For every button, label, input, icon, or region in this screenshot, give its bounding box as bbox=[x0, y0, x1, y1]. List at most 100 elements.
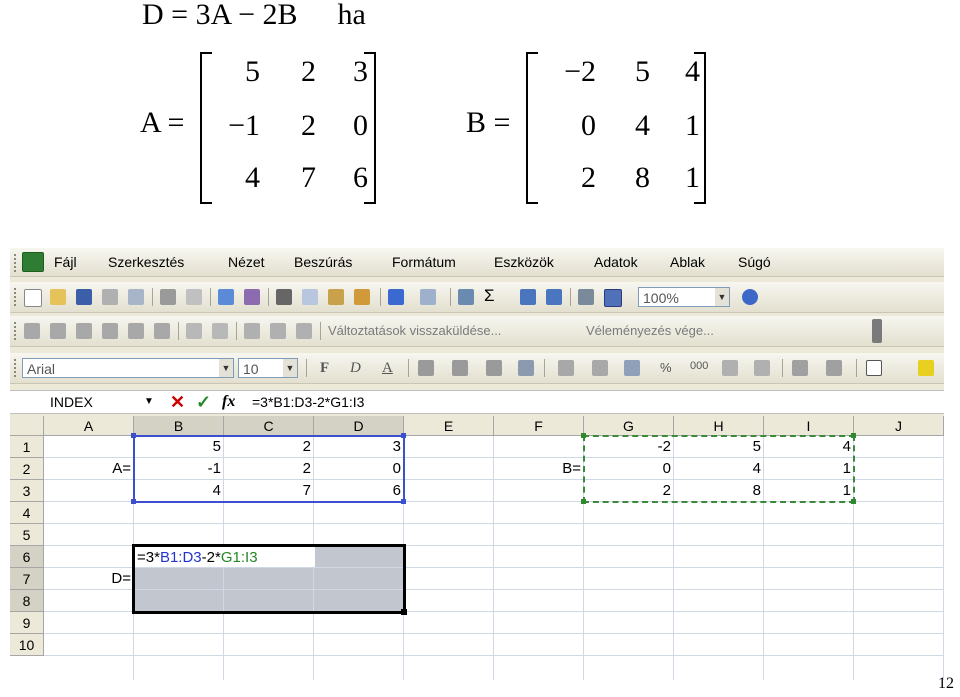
align-left-icon[interactable] bbox=[418, 360, 434, 376]
sort-ascending-icon[interactable] bbox=[520, 289, 536, 305]
copy-icon[interactable] bbox=[302, 289, 318, 305]
merge-center-icon[interactable] bbox=[518, 360, 534, 376]
cancel-icon[interactable]: ✕ bbox=[170, 392, 185, 412]
underline-button[interactable]: A bbox=[382, 360, 393, 377]
review-icon[interactable] bbox=[244, 323, 260, 339]
spelling-icon[interactable] bbox=[218, 289, 234, 305]
row-header-2[interactable]: 2 bbox=[10, 458, 44, 480]
review-icon[interactable] bbox=[154, 323, 170, 339]
menu-item-1[interactable]: Szerkesztés bbox=[108, 254, 184, 270]
zoom-select[interactable]: 100% ▼ bbox=[638, 287, 730, 307]
decrease-decimal-icon[interactable] bbox=[754, 360, 770, 376]
column-header-b[interactable]: B bbox=[134, 416, 224, 436]
toolbar-grip[interactable] bbox=[14, 322, 19, 340]
menu-item-4[interactable]: Formátum bbox=[392, 254, 456, 270]
toolbar-grip[interactable] bbox=[14, 254, 19, 272]
range-handle[interactable] bbox=[131, 433, 136, 438]
column-header-c[interactable]: C bbox=[224, 416, 314, 436]
italic-button[interactable]: D bbox=[350, 360, 361, 377]
chevron-down-icon[interactable]: ▼ bbox=[715, 288, 729, 306]
permission-icon[interactable] bbox=[102, 289, 118, 305]
insert-function-icon[interactable]: fx bbox=[222, 392, 235, 412]
worksheet-grid[interactable]: A B C D E F G H I J 1 2 3 4 5 6 7 8 9 10 5 2 3 A= -1 2 0 4 7 6 -2 5 4 B= 0… bbox=[10, 416, 944, 680]
undo-icon[interactable] bbox=[388, 289, 404, 305]
review-icon[interactable] bbox=[50, 323, 66, 339]
range-handle[interactable] bbox=[851, 499, 856, 504]
fill-handle[interactable] bbox=[401, 609, 407, 615]
chevron-down-icon[interactable]: ▼ bbox=[219, 359, 233, 377]
menu-item-2[interactable]: Nézet bbox=[228, 254, 265, 270]
grid-icon[interactable] bbox=[592, 360, 608, 376]
review-icon[interactable] bbox=[24, 323, 40, 339]
row-header-1[interactable]: 1 bbox=[10, 436, 44, 458]
open-icon[interactable] bbox=[50, 289, 66, 305]
cell-f2[interactable]: B= bbox=[494, 458, 584, 480]
cell-b6-editor[interactable]: =3*B1:D3-2*G1:I3 bbox=[135, 547, 315, 567]
review-icon[interactable] bbox=[212, 323, 228, 339]
print-preview-icon[interactable] bbox=[186, 289, 202, 305]
print-icon[interactable] bbox=[160, 289, 176, 305]
email-icon[interactable] bbox=[128, 289, 144, 305]
toolbar-options-icon[interactable] bbox=[872, 319, 882, 343]
column-header-j[interactable]: J bbox=[854, 416, 944, 436]
toolbar-grip[interactable] bbox=[14, 359, 19, 377]
range-handle[interactable] bbox=[851, 433, 856, 438]
column-header-a[interactable]: A bbox=[44, 416, 134, 436]
decrease-indent-icon[interactable] bbox=[792, 360, 808, 376]
thousands-button[interactable]: 000 bbox=[690, 360, 708, 372]
range-handle[interactable] bbox=[401, 499, 406, 504]
help-icon[interactable] bbox=[742, 289, 758, 305]
review-icon[interactable] bbox=[270, 323, 286, 339]
increase-indent-icon[interactable] bbox=[826, 360, 842, 376]
formula-input[interactable]: =3*B1:D3-2*G1:I3 bbox=[252, 391, 364, 413]
range-handle[interactable] bbox=[581, 499, 586, 504]
increase-decimal-icon[interactable] bbox=[722, 360, 738, 376]
currency-icon[interactable] bbox=[624, 360, 640, 376]
chevron-down-icon[interactable]: ▼ bbox=[283, 359, 297, 377]
cut-icon[interactable] bbox=[276, 289, 292, 305]
menu-item-8[interactable]: Súgó bbox=[738, 254, 771, 270]
column-header-i[interactable]: I bbox=[764, 416, 854, 436]
drawing-icon[interactable] bbox=[604, 289, 622, 307]
review-icon[interactable] bbox=[186, 323, 202, 339]
column-header-g[interactable]: G bbox=[584, 416, 674, 436]
menu-item-5[interactable]: Eszközök bbox=[494, 254, 554, 270]
chart-wizard-icon[interactable] bbox=[578, 289, 594, 305]
align-center-icon[interactable] bbox=[452, 360, 468, 376]
menu-item-0[interactable]: Fájl bbox=[54, 254, 77, 270]
review-icon[interactable] bbox=[102, 323, 118, 339]
send-changes-button[interactable]: Változtatások visszaküldése... bbox=[328, 323, 501, 338]
excel-app-icon[interactable] bbox=[22, 252, 44, 272]
format-painter-icon[interactable] bbox=[354, 289, 370, 305]
table-icon[interactable] bbox=[558, 360, 574, 376]
row-header-7[interactable]: 7 bbox=[10, 568, 44, 590]
menu-item-6[interactable]: Adatok bbox=[594, 254, 638, 270]
select-all-corner[interactable] bbox=[10, 416, 44, 436]
name-box[interactable]: INDEX ▼ bbox=[10, 391, 154, 413]
align-right-icon[interactable] bbox=[486, 360, 502, 376]
font-select[interactable]: Arial ▼ bbox=[22, 358, 234, 378]
redo-icon[interactable] bbox=[420, 289, 436, 305]
new-icon[interactable] bbox=[24, 289, 42, 307]
row-header-4[interactable]: 4 bbox=[10, 502, 44, 524]
menu-item-3[interactable]: Beszúrás bbox=[294, 254, 352, 270]
fill-color-icon[interactable] bbox=[918, 360, 934, 376]
row-header-10[interactable]: 10 bbox=[10, 634, 44, 656]
review-icon[interactable] bbox=[76, 323, 92, 339]
range-handle[interactable] bbox=[131, 499, 136, 504]
font-size-select[interactable]: 10 ▼ bbox=[238, 358, 298, 378]
enter-icon[interactable]: ✓ bbox=[196, 392, 211, 412]
row-header-3[interactable]: 3 bbox=[10, 480, 44, 502]
toolbar-grip[interactable] bbox=[14, 288, 19, 306]
review-icon[interactable] bbox=[128, 323, 144, 339]
column-header-f[interactable]: F bbox=[494, 416, 584, 436]
bold-button[interactable]: F bbox=[320, 360, 329, 377]
end-review-button[interactable]: Véleményezés vége... bbox=[586, 323, 714, 338]
sort-descending-icon[interactable] bbox=[546, 289, 562, 305]
column-header-d[interactable]: D bbox=[314, 416, 404, 436]
borders-icon[interactable] bbox=[866, 360, 882, 376]
paste-icon[interactable] bbox=[328, 289, 344, 305]
hyperlink-icon[interactable] bbox=[458, 289, 474, 305]
research-icon[interactable] bbox=[244, 289, 260, 305]
chevron-down-icon[interactable]: ▼ bbox=[144, 391, 154, 413]
